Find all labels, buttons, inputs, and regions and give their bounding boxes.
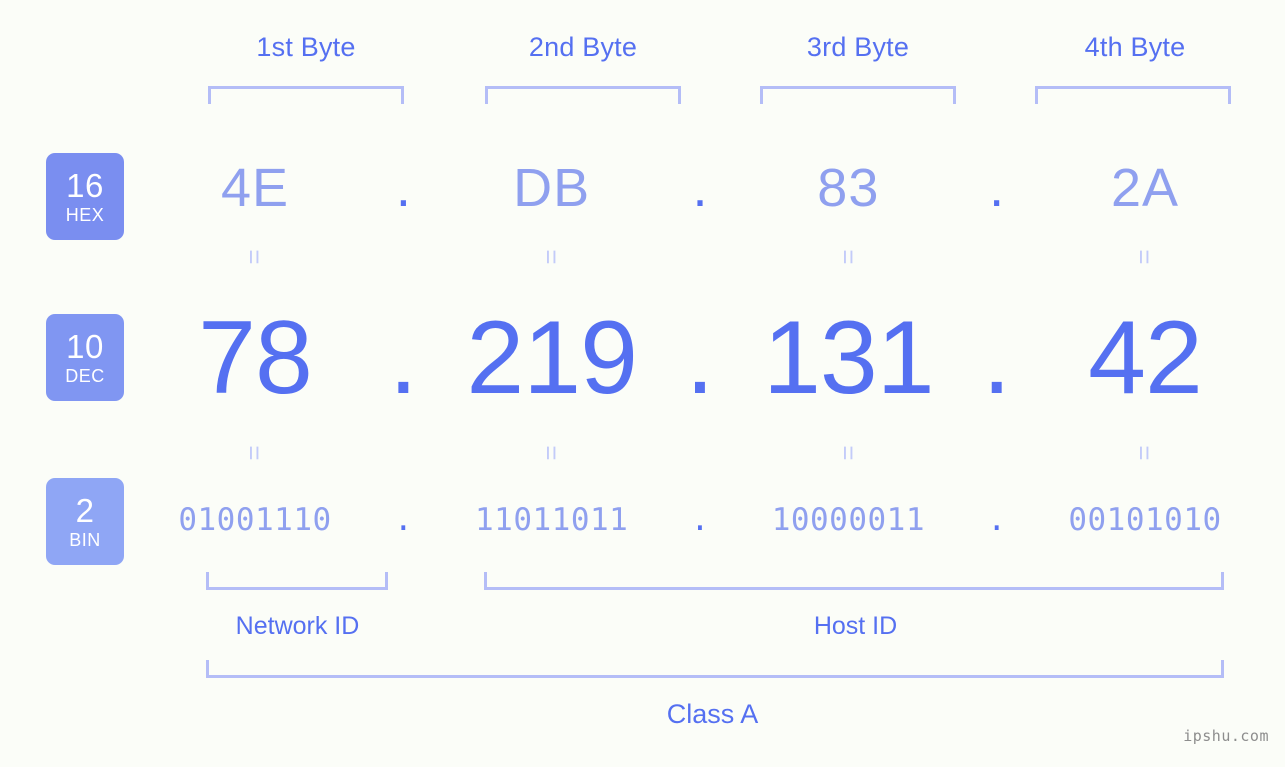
equals-icon: = xyxy=(1130,445,1161,461)
watermark: ipshu.com xyxy=(1183,727,1269,745)
dec-octet-1: 78 xyxy=(198,299,313,416)
dec-value-row: 78 . 219 . 131 . 42 xyxy=(140,295,1260,421)
hex-octet-1: 4E xyxy=(220,158,290,218)
class-label: Class A xyxy=(666,699,759,729)
equals-row-dec-bin: = = = = xyxy=(140,440,1260,467)
equals-gap-1 xyxy=(370,244,437,271)
equals-icon: = xyxy=(240,249,270,265)
bin-octet-2: 11011011 xyxy=(475,502,629,538)
bin-octet-4: 00101010 xyxy=(1068,502,1222,538)
byte-bracket-1 xyxy=(208,86,404,104)
bin-octet-1: 01001110 xyxy=(178,502,332,538)
hex-separator-2: . xyxy=(692,158,708,218)
bin-separator-3: . xyxy=(987,502,1007,538)
hex-separator-3: . xyxy=(989,158,1005,218)
equals-gap-6 xyxy=(963,440,1030,467)
base-badge-dec: 10 DEC xyxy=(46,314,124,401)
hex-value-row: 4E . DB . 83 . 2A xyxy=(140,150,1260,226)
base-badge-dec-name: DEC xyxy=(65,366,105,386)
network-id-bracket xyxy=(206,572,388,590)
equals-gap-4 xyxy=(370,440,437,467)
equals-cell-1: = xyxy=(140,244,370,271)
byte-bracket-3 xyxy=(760,86,956,104)
host-id-label: Host ID xyxy=(813,612,898,640)
equals-icon: = xyxy=(833,445,864,461)
equals-gap-5 xyxy=(667,440,734,467)
equals-gap-2 xyxy=(667,244,734,271)
equals-icon: = xyxy=(240,445,270,461)
base-badge-bin-number: 2 xyxy=(75,492,95,529)
byte-bracket-4 xyxy=(1035,86,1231,104)
equals-cell-3: = xyxy=(733,244,963,271)
equals-row-hex-dec: = = = = xyxy=(140,244,1260,271)
dec-octet-4: 42 xyxy=(1088,299,1203,416)
equals-icon: = xyxy=(833,249,864,265)
hex-octet-2: DB xyxy=(513,158,591,218)
base-badge-bin: 2 BIN xyxy=(46,478,124,565)
network-id-label: Network ID xyxy=(235,612,360,640)
equals-icon: = xyxy=(1130,249,1161,265)
bin-separator-2: . xyxy=(690,502,710,538)
bin-octet-3: 10000011 xyxy=(771,502,925,538)
equals-cell-2: = xyxy=(437,244,667,271)
equals-cell-6: = xyxy=(437,440,667,467)
equals-cell-7: = xyxy=(733,440,963,467)
base-badge-dec-number: 10 xyxy=(66,328,104,365)
equals-gap-3 xyxy=(963,244,1030,271)
equals-icon: = xyxy=(536,249,567,265)
byte-header-4: 4th Byte xyxy=(1084,32,1186,62)
dec-separator-2: . xyxy=(685,299,715,416)
dec-octet-3: 131 xyxy=(763,299,935,416)
hex-octet-4: 2A xyxy=(1110,158,1180,218)
bin-separator-1: . xyxy=(394,502,413,538)
base-badge-bin-name: BIN xyxy=(69,530,101,550)
equals-cell-8: = xyxy=(1030,440,1260,467)
dec-separator-3: . xyxy=(982,299,1012,416)
class-bracket xyxy=(206,660,1224,678)
equals-cell-4: = xyxy=(1030,244,1260,271)
base-badge-hex-number: 16 xyxy=(66,167,104,204)
byte-header-2: 2nd Byte xyxy=(528,32,638,62)
hex-separator-1: . xyxy=(395,158,411,218)
equals-cell-5: = xyxy=(140,440,370,467)
base-badge-hex: 16 HEX xyxy=(46,153,124,240)
byte-header-3: 3rd Byte xyxy=(806,32,910,62)
dec-octet-2: 219 xyxy=(466,299,638,416)
dec-separator-1: . xyxy=(388,299,418,416)
equals-icon: = xyxy=(536,445,567,461)
byte-bracket-2 xyxy=(485,86,681,104)
hex-octet-3: 83 xyxy=(817,158,880,218)
ip-address-diagram: 1st Byte 2nd Byte 3rd Byte 4th Byte 16 H… xyxy=(0,0,1285,767)
host-id-bracket xyxy=(484,572,1224,590)
byte-header-1: 1st Byte xyxy=(256,32,356,62)
base-badge-hex-name: HEX xyxy=(65,205,105,225)
bin-value-row: 01001110 . 11011011 . 10000011 . 0010101… xyxy=(140,494,1260,546)
